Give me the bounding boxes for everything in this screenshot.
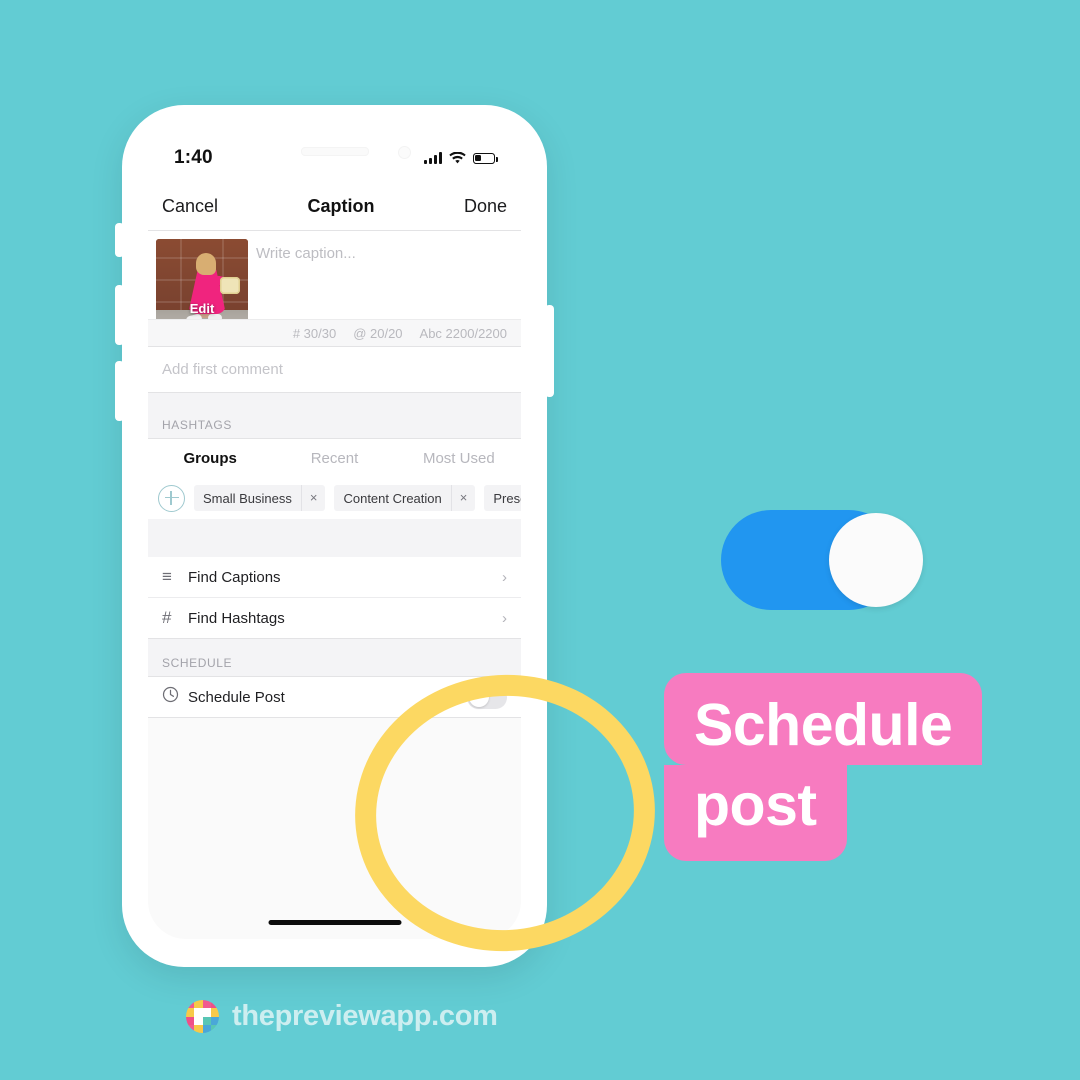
home-indicator[interactable] [268, 920, 401, 925]
caption-area: Edit Write caption... [148, 231, 521, 336]
schedule-section-header: SCHEDULE [148, 639, 521, 677]
chip-label: Prese [493, 490, 521, 506]
logo-tile [186, 1024, 195, 1033]
logo-tile [186, 1016, 195, 1025]
row-label: Find Hashtags [188, 609, 285, 627]
mention-counter: @ 20/20 [353, 325, 403, 341]
thumbnail-person-hair [196, 253, 216, 275]
cancel-button[interactable]: Cancel [162, 196, 218, 217]
chip-small-business[interactable]: Small Business × [194, 485, 326, 511]
logo-tile [202, 1024, 211, 1033]
row-label: Find Captions [188, 568, 281, 586]
toggle-knob [829, 513, 923, 607]
wifi-icon [449, 151, 466, 163]
toggle-on-illustration[interactable] [721, 510, 923, 610]
first-comment-input[interactable]: Add first comment [148, 347, 521, 393]
hashtag-group-chips: Small Business × Content Creation × Pres… [148, 477, 521, 519]
logo-tile [210, 1016, 219, 1025]
section-divider [148, 519, 521, 558]
logo-tile [194, 1008, 203, 1017]
logo-tile [186, 1000, 195, 1009]
row-find-hashtags[interactable]: # Find Hashtags › [148, 598, 521, 639]
hashtag-tabs: Groups Recent Most Used [148, 439, 521, 478]
tab-most-used[interactable]: Most Used [397, 450, 521, 467]
poster-canvas: 1:40 Cancel Caption Done Edit Write capt… [0, 0, 1080, 1080]
clock-icon [162, 686, 188, 708]
footer-branding: thepreviewapp.com [186, 1000, 498, 1033]
phone-mute-switch[interactable] [115, 223, 124, 257]
logo-tile [210, 1024, 219, 1033]
status-icons [424, 151, 498, 165]
status-bar: 1:40 [148, 133, 521, 183]
status-time: 1:40 [174, 147, 213, 168]
callout-banner: Schedule post [664, 673, 983, 861]
plus-circle-icon[interactable] [158, 484, 185, 512]
tab-recent[interactable]: Recent [272, 450, 396, 467]
done-button[interactable]: Done [464, 196, 507, 217]
preview-app-logo-icon [186, 1000, 219, 1033]
logo-tile [186, 1008, 195, 1017]
row-find-captions[interactable]: ≡ Find Captions › [148, 557, 521, 598]
logo-tile [194, 1000, 203, 1009]
logo-tile [194, 1016, 203, 1025]
hashtags-section-header: HASHTAGS [148, 393, 521, 439]
phone-volume-down-button[interactable] [115, 361, 124, 421]
chip-preset[interactable]: Prese [484, 485, 521, 511]
logo-tile [194, 1024, 203, 1033]
chip-label: Small Business [203, 490, 292, 506]
page-title: Caption [307, 196, 375, 216]
character-counter: Abc 2200/2200 [419, 325, 507, 341]
chip-label: Content Creation [343, 490, 442, 506]
logo-tile [210, 1000, 219, 1009]
callout-line-1: Schedule [664, 673, 983, 765]
thumbnail-edit-label[interactable]: Edit [156, 301, 248, 316]
logo-tile [210, 1008, 219, 1017]
caption-counters: # 30/30 @ 20/20 Abc 2200/2200 [148, 319, 521, 347]
battery-low-icon [473, 152, 498, 164]
lines-icon: ≡ [162, 567, 172, 586]
logo-tile [202, 1000, 211, 1009]
logo-tile [202, 1008, 211, 1017]
brand-text: thepreviewapp.com [232, 1000, 498, 1032]
nav-bar: Cancel Caption Done [148, 183, 521, 231]
callout-line-2: post [664, 765, 847, 861]
chevron-right-icon: › [502, 609, 507, 627]
phone-volume-up-button[interactable] [115, 285, 124, 345]
caption-input[interactable]: Write caption... [256, 245, 511, 262]
chevron-right-icon: › [502, 568, 507, 586]
close-icon[interactable]: × [300, 485, 326, 511]
tab-groups[interactable]: Groups [148, 450, 272, 467]
hash-icon: # [162, 608, 172, 627]
logo-tile [202, 1016, 211, 1025]
thumbnail-person-bag [220, 277, 240, 294]
cellular-bars-icon [424, 152, 442, 164]
hashtag-counter: # 30/30 [292, 325, 337, 341]
phone-power-button[interactable] [545, 305, 554, 397]
close-icon[interactable]: × [450, 485, 476, 511]
chip-content-creation[interactable]: Content Creation × [334, 485, 476, 511]
